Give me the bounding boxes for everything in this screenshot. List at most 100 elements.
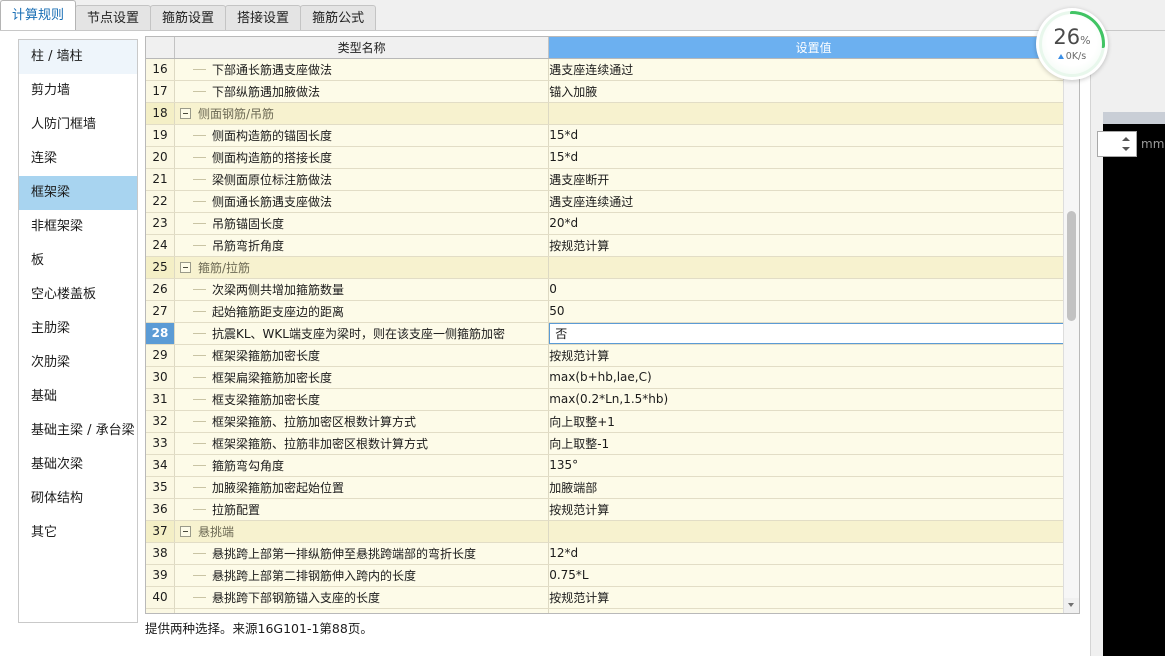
cell-setting-value[interactable]: 按规范计算 <box>548 586 1079 609</box>
cell-type-name[interactable]: 框架梁箍筋、拉筋非加密区根数计算方式 <box>174 432 550 455</box>
cell-setting-value[interactable] <box>548 102 1079 125</box>
cell-setting-value[interactable]: 15*d <box>548 124 1079 147</box>
row-number[interactable]: 38 <box>146 542 175 565</box>
cell-setting-value[interactable]: 向上取整-1 <box>548 432 1079 455</box>
table-row[interactable]: 33 框架梁箍筋、拉筋非加密区根数计算方式 向上取整-1 <box>146 432 1079 455</box>
cell-type-name[interactable]: 悬挑端 <box>174 520 550 543</box>
column-header-rownum[interactable] <box>146 37 175 59</box>
table-row[interactable]: 21 梁侧面原位标注筋做法 遇支座断开 <box>146 168 1079 191</box>
row-number[interactable]: 37 <box>146 520 175 543</box>
row-number[interactable]: 27 <box>146 300 175 323</box>
table-row[interactable]: 23 吊筋锚固长度 20*d <box>146 212 1079 235</box>
cell-type-name[interactable]: 框架扁梁箍筋加密长度 <box>174 366 550 389</box>
table-row[interactable]: 19 侧面构造筋的锚固长度 15*d <box>146 124 1079 147</box>
table-row[interactable]: 16 下部通长筋遇支座做法 遇支座连续通过 <box>146 58 1079 81</box>
cell-type-name[interactable]: 侧面钢筋/吊筋 <box>174 102 550 125</box>
table-row[interactable]: 18 侧面钢筋/吊筋 <box>146 102 1079 125</box>
cell-setting-value[interactable]: 20*d <box>548 212 1079 235</box>
cell-type-name[interactable]: 框支梁箍筋加密长度 <box>174 388 550 411</box>
value-dropdown-editor[interactable]: 否 <box>549 322 1078 343</box>
table-row[interactable]: 22 侧面通长筋遇支座做法 遇支座连续通过 <box>146 190 1079 213</box>
sidebar-item-5[interactable]: 非框架梁 <box>19 210 137 244</box>
table-row[interactable]: 26 次梁两侧共增加箍筋数量 0 <box>146 278 1079 301</box>
tab-3[interactable]: 搭接设置 <box>225 5 302 30</box>
row-number[interactable]: 25 <box>146 256 175 279</box>
cell-type-name[interactable]: 侧面通长筋遇支座做法 <box>174 190 550 213</box>
table-row[interactable]: 29 框架梁箍筋加密长度 按规范计算 <box>146 344 1079 367</box>
row-number[interactable]: 20 <box>146 146 175 169</box>
cell-setting-value[interactable]: 按规范计算 <box>548 344 1079 367</box>
row-number[interactable]: 21 <box>146 168 175 191</box>
sidebar-item-10[interactable]: 基础 <box>19 380 137 414</box>
table-row[interactable]: 41 悬挑端第二排钢筋按弯起钢筋计算 是 <box>146 608 1079 613</box>
row-number[interactable]: 17 <box>146 80 175 103</box>
cell-type-name[interactable]: 悬挑跨上部第二排钢筋伸入跨内的长度 <box>174 564 550 587</box>
cell-setting-value[interactable]: 遇支座连续通过 <box>548 190 1079 213</box>
row-number[interactable]: 26 <box>146 278 175 301</box>
row-number[interactable]: 36 <box>146 498 175 521</box>
cell-setting-value[interactable]: max(0.2*Ln,1.5*hb) <box>548 388 1079 411</box>
scrollbar-thumb[interactable] <box>1067 211 1076 321</box>
cell-type-name[interactable]: 悬挑跨下部钢筋锚入支座的长度 <box>174 586 550 609</box>
row-number[interactable]: 40 <box>146 586 175 609</box>
cell-type-name[interactable]: 次梁两侧共增加箍筋数量 <box>174 278 550 301</box>
table-row[interactable]: 25 箍筋/拉筋 <box>146 256 1079 279</box>
cell-type-name[interactable]: 框架梁箍筋、拉筋加密区根数计算方式 <box>174 410 550 433</box>
dimension-spinner-input[interactable] <box>1097 131 1137 157</box>
cell-type-name[interactable]: 吊筋锚固长度 <box>174 212 550 235</box>
table-row[interactable]: 31 框支梁箍筋加密长度 max(0.2*Ln,1.5*hb) <box>146 388 1079 411</box>
cell-type-name[interactable]: 起始箍筋距支座边的距离 <box>174 300 550 323</box>
cell-setting-value[interactable]: 按规范计算 <box>548 234 1079 257</box>
table-row[interactable]: 37 悬挑端 <box>146 520 1079 543</box>
row-number[interactable]: 32 <box>146 410 175 433</box>
tab-0[interactable]: 计算规则 <box>0 0 77 30</box>
cell-setting-value[interactable]: 否 <box>548 322 1079 345</box>
download-progress-widget[interactable]: 26% 0K/s <box>1036 8 1108 80</box>
cell-setting-value[interactable]: 15*d <box>548 146 1079 169</box>
cell-type-name[interactable]: 吊筋弯折角度 <box>174 234 550 257</box>
cell-type-name[interactable]: 悬挑跨上部第一排纵筋伸至悬挑跨端部的弯折长度 <box>174 542 550 565</box>
collapse-minus-icon[interactable] <box>179 107 191 119</box>
column-header-setting-value[interactable]: 设置值 <box>548 37 1079 59</box>
row-number[interactable]: 24 <box>146 234 175 257</box>
sidebar-item-7[interactable]: 空心楼盖板 <box>19 278 137 312</box>
table-row[interactable]: 30 框架扁梁箍筋加密长度 max(b+hb,lae,C) <box>146 366 1079 389</box>
collapse-minus-icon[interactable] <box>179 261 191 273</box>
table-row[interactable]: 20 侧面构造筋的搭接长度 15*d <box>146 146 1079 169</box>
sidebar-item-6[interactable]: 板 <box>19 244 137 278</box>
sidebar-item-3[interactable]: 连梁 <box>19 142 137 176</box>
cell-setting-value[interactable]: 0.75*L <box>548 564 1079 587</box>
row-number[interactable]: 18 <box>146 102 175 125</box>
sidebar-item-11[interactable]: 基础主梁 / 承台梁 <box>19 414 137 448</box>
cell-setting-value[interactable]: 按规范计算 <box>548 498 1079 521</box>
cell-setting-value[interactable]: 向上取整+1 <box>548 410 1079 433</box>
table-row[interactable]: 39 悬挑跨上部第二排钢筋伸入跨内的长度 0.75*L <box>146 564 1079 587</box>
sidebar-item-1[interactable]: 剪力墙 <box>19 74 137 108</box>
cell-setting-value[interactable]: 加腋端部 <box>548 476 1079 499</box>
cell-type-name[interactable]: 加腋梁箍筋加密起始位置 <box>174 476 550 499</box>
row-number[interactable]: 16 <box>146 58 175 81</box>
tab-1[interactable]: 节点设置 <box>75 5 152 30</box>
grid-vertical-scrollbar[interactable] <box>1063 37 1079 613</box>
cell-setting-value[interactable]: max(b+hb,lae,C) <box>548 366 1079 389</box>
row-number[interactable]: 41 <box>146 608 175 613</box>
table-row[interactable]: 32 框架梁箍筋、拉筋加密区根数计算方式 向上取整+1 <box>146 410 1079 433</box>
row-number[interactable]: 28 <box>146 322 175 345</box>
table-row[interactable]: 28 抗震KL、WKL端支座为梁时，则在该支座一侧箍筋加密 否 <box>146 322 1079 345</box>
row-number[interactable]: 29 <box>146 344 175 367</box>
cell-setting-value[interactable]: 是 <box>548 608 1079 613</box>
row-number[interactable]: 23 <box>146 212 175 235</box>
spinner-down-arrow-icon[interactable] <box>1122 147 1130 151</box>
table-row[interactable]: 40 悬挑跨下部钢筋锚入支座的长度 按规范计算 <box>146 586 1079 609</box>
table-row[interactable]: 27 起始箍筋距支座边的距离 50 <box>146 300 1079 323</box>
cell-type-name[interactable]: 悬挑端第二排钢筋按弯起钢筋计算 <box>174 608 550 613</box>
cell-setting-value[interactable]: 锚入加腋 <box>548 80 1079 103</box>
cell-type-name[interactable]: 梁侧面原位标注筋做法 <box>174 168 550 191</box>
cell-type-name[interactable]: 抗震KL、WKL端支座为梁时，则在该支座一侧箍筋加密 <box>174 322 550 345</box>
cell-setting-value[interactable]: 遇支座连续通过 <box>548 58 1079 81</box>
table-row[interactable]: 38 悬挑跨上部第一排纵筋伸至悬挑跨端部的弯折长度 12*d <box>146 542 1079 565</box>
row-number[interactable]: 35 <box>146 476 175 499</box>
cell-type-name[interactable]: 侧面构造筋的搭接长度 <box>174 146 550 169</box>
row-number[interactable]: 30 <box>146 366 175 389</box>
cell-setting-value[interactable] <box>548 520 1079 543</box>
